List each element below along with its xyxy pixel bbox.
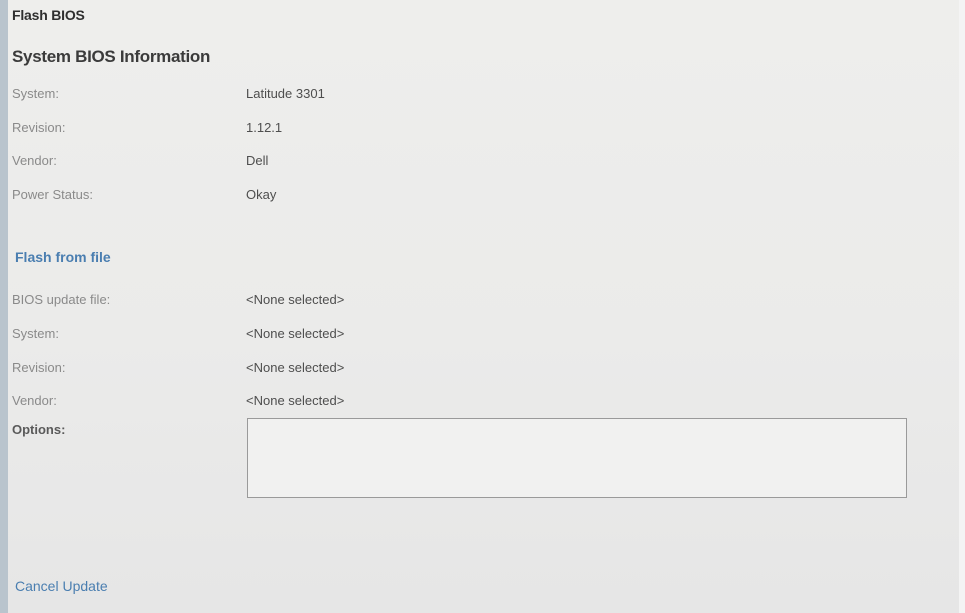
right-edge-strip bbox=[959, 0, 965, 613]
system-label: System: bbox=[12, 86, 59, 101]
revision-label: Revision: bbox=[12, 120, 66, 135]
bios-update-file-label: BIOS update file: bbox=[12, 292, 111, 307]
revision-value: 1.12.1 bbox=[246, 120, 283, 135]
file-revision-value: <None selected> bbox=[246, 360, 345, 375]
file-revision-label: Revision: bbox=[12, 360, 66, 375]
vendor-value: Dell bbox=[246, 153, 269, 168]
options-label: Options: bbox=[12, 422, 66, 437]
flash-bios-screen: Flash BIOS System BIOS Information Syste… bbox=[0, 0, 965, 613]
power-status-label: Power Status: bbox=[12, 187, 93, 202]
system-bios-information-heading: System BIOS Information bbox=[12, 47, 211, 66]
cancel-update-link[interactable]: Cancel Update bbox=[15, 578, 108, 594]
bios-update-file-value: <None selected> bbox=[246, 292, 345, 307]
file-system-value: <None selected> bbox=[246, 326, 345, 341]
power-status-value: Okay bbox=[246, 187, 277, 202]
file-vendor-label: Vendor: bbox=[12, 393, 57, 408]
left-edge-strip bbox=[0, 0, 8, 613]
flash-from-file-link[interactable]: Flash from file bbox=[15, 249, 111, 265]
system-value: Latitude 3301 bbox=[246, 86, 325, 101]
vendor-label: Vendor: bbox=[12, 153, 57, 168]
file-system-label: System: bbox=[12, 326, 59, 341]
page-title: Flash BIOS bbox=[12, 7, 85, 23]
options-box[interactable] bbox=[247, 418, 907, 498]
file-vendor-value: <None selected> bbox=[246, 393, 345, 408]
